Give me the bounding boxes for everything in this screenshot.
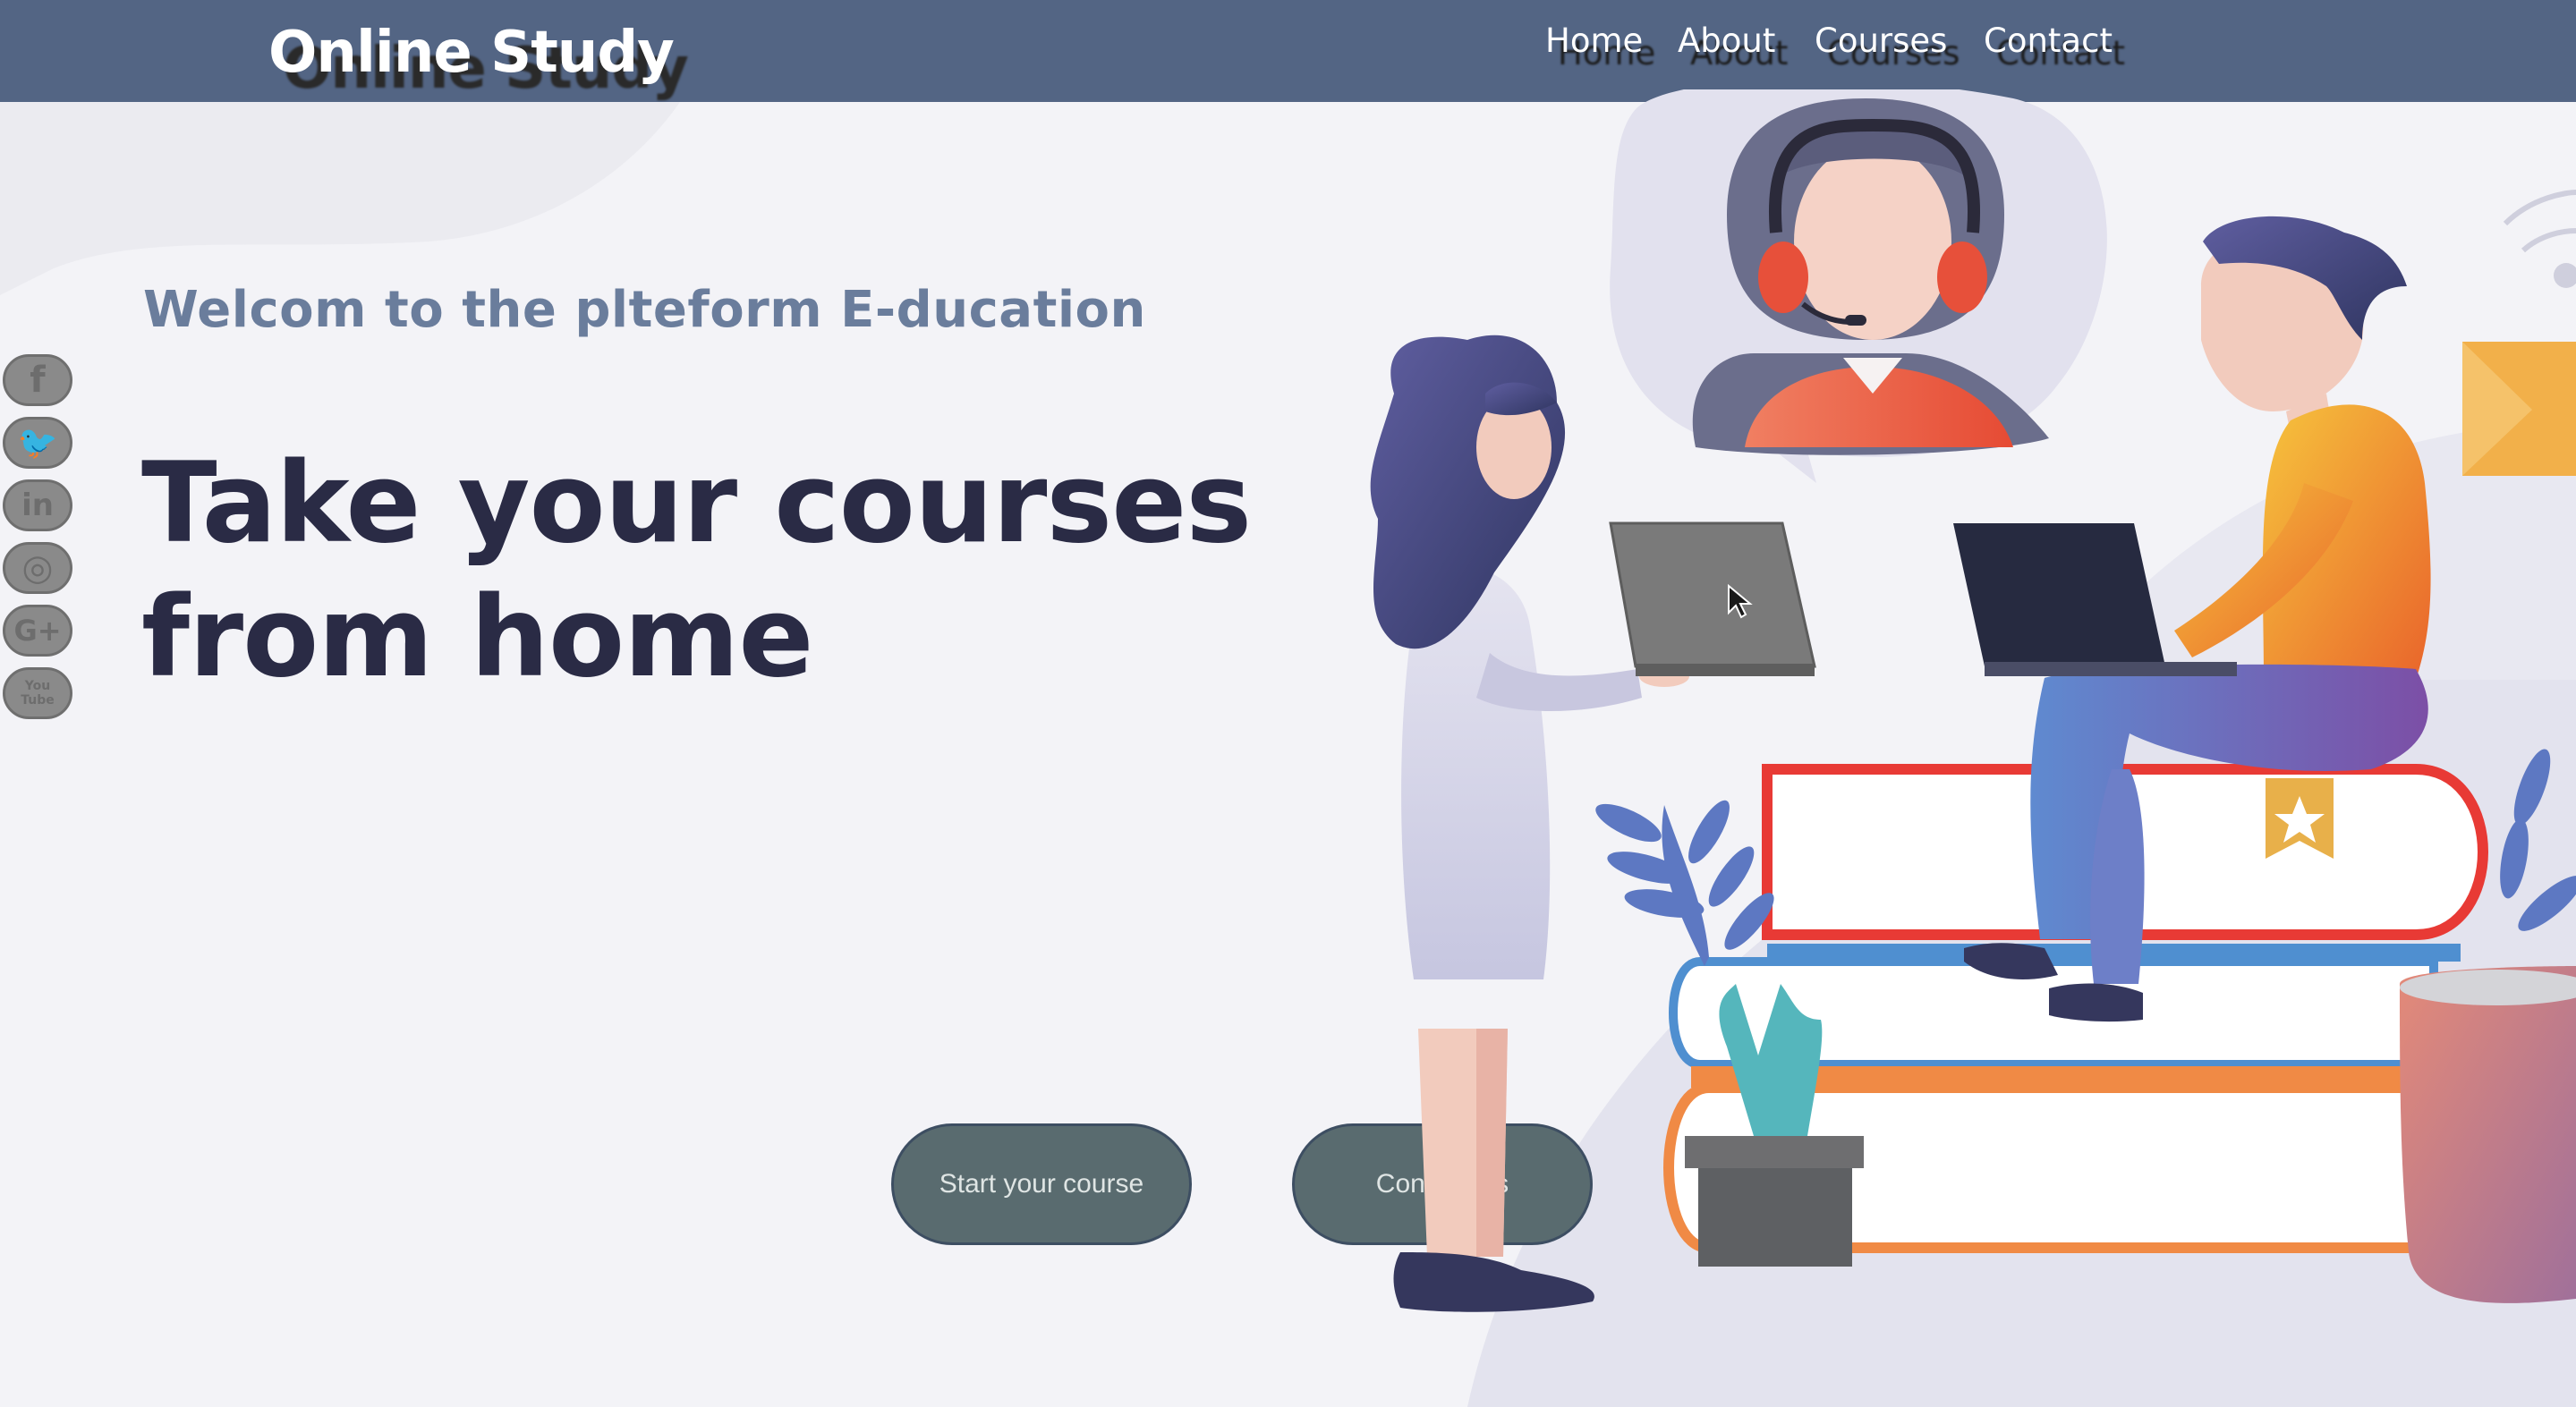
headline-line-2: from home (141, 573, 813, 702)
welcome-subtitle: Welcom to the plteform E-ducation (143, 281, 1146, 339)
brand-logo[interactable]: Online Study (268, 20, 675, 86)
headline-line-1: Take your courses (141, 439, 1252, 568)
linkedin-icon[interactable]: in (3, 479, 72, 531)
nav-home-link[interactable]: Home (1545, 21, 1643, 60)
twitter-icon[interactable]: 🐦 (3, 417, 72, 469)
nav-courses-link[interactable]: Courses (1815, 21, 1947, 60)
instagram-icon[interactable]: ◎ (3, 542, 72, 594)
hero-illustration (1370, 89, 2576, 1312)
page: Online Study Home About Courses Contact … (0, 0, 2576, 1407)
youtube-icon[interactable]: You Tube (3, 667, 72, 719)
top-navbar: Online Study Home About Courses Contact (0, 0, 2576, 102)
nav-about-link[interactable]: About (1678, 21, 1775, 60)
nav-contact-link[interactable]: Contact (1984, 21, 2113, 60)
google-plus-icon[interactable]: G+ (3, 605, 72, 657)
hero-headline: Take your courses from home (141, 437, 1252, 705)
start-course-button[interactable]: Start your course (891, 1123, 1192, 1245)
facebook-icon[interactable]: f (3, 354, 72, 406)
